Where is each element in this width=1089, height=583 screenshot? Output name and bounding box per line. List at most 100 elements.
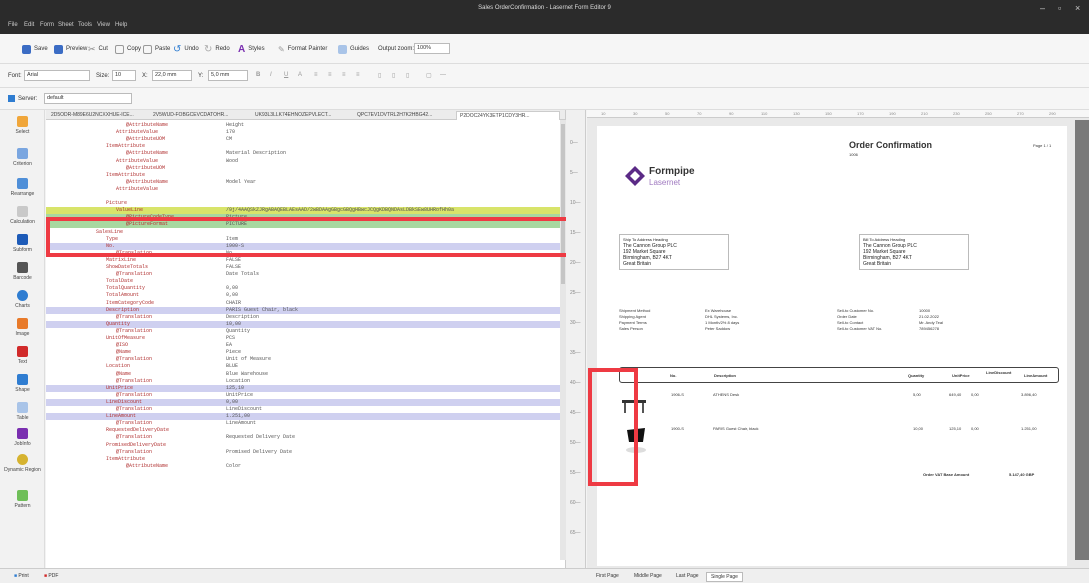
xml-node-row[interactable]: TotalDate <box>46 278 565 285</box>
xml-node-row[interactable]: @ISO EA <box>46 342 565 349</box>
bold-button[interactable]: B <box>256 69 260 81</box>
xml-node-row[interactable]: Picture <box>46 200 565 207</box>
xml-node-row[interactable]: LineDiscount 0,00 <box>46 398 565 406</box>
border-icon[interactable]: ▢ <box>426 69 432 81</box>
tool-pattern[interactable]: Pattern <box>0 490 45 509</box>
preview-button[interactable]: Preview <box>54 43 87 55</box>
xml-node-row[interactable]: ShowDateTotals FALSE <box>46 264 565 271</box>
valign-top-icon[interactable]: ▯ <box>378 69 381 81</box>
copy-button[interactable]: Copy <box>115 43 141 55</box>
redo-button[interactable]: ↻ Redo <box>204 43 230 55</box>
format-painter-button[interactable]: ✎ Format Painter <box>278 43 327 55</box>
xml-node-row[interactable]: TotalQuantity 0,00 <box>46 285 565 292</box>
xml-node-row[interactable]: AttributeValue Wood <box>46 158 565 165</box>
xml-node-row[interactable]: ValueLine/9j/4AAQSkZJRgABAQEBLAEsAAD/2wB… <box>46 207 565 215</box>
menu-edit[interactable]: Edit <box>24 22 34 28</box>
preview-scrollbar[interactable] <box>1075 120 1089 560</box>
minimize-icon[interactable]: – <box>1040 3 1045 13</box>
tab-document-5[interactable]: P2DOC24YK3ETP1CDY3HR... <box>456 111 560 120</box>
xml-node-row[interactable]: ItemAttribute <box>46 172 565 179</box>
server-select[interactable]: default <box>44 93 132 104</box>
tool-table[interactable]: Table <box>0 402 45 421</box>
save-button[interactable]: Save <box>22 43 48 55</box>
xml-node-row[interactable]: @Translation Date Totals <box>46 271 565 278</box>
tool-criterion[interactable]: Criterion <box>0 148 45 167</box>
menu-help[interactable]: Help <box>115 22 127 28</box>
xml-node-row[interactable]: @Translation Requested Delivery Date <box>46 434 565 441</box>
xml-node-row[interactable]: AttributeValue 170 <box>46 129 565 136</box>
tool-subform[interactable]: Subform <box>0 234 45 253</box>
tool-charts[interactable]: Charts <box>0 290 45 309</box>
xml-node-row[interactable]: @Translation Quantity <box>46 328 565 335</box>
xml-node-row[interactable]: @Translation LineDiscount <box>46 406 565 413</box>
font-color-button[interactable]: A <box>298 69 302 81</box>
paste-button[interactable]: Paste <box>143 43 170 55</box>
tool-barcode[interactable]: Barcode <box>0 262 45 281</box>
xml-node-row[interactable]: @Translation Unit of Measure <box>46 356 565 363</box>
menu-form[interactable]: Form <box>40 22 54 28</box>
xml-node-row[interactable]: PromisedDeliveryDate <box>46 442 565 449</box>
print-preview[interactable]: 10 30 50 70 90 110 130 150 170 190 210 230 250 270… <box>587 110 1089 568</box>
tab-document-3[interactable]: UK93L3LLK74EHNOZEPVLECT... <box>252 111 352 120</box>
xml-node-row[interactable]: @Translation LineAmount <box>46 420 565 427</box>
xml-node-row[interactable]: Description PARIS Guest Chair, black <box>46 306 565 314</box>
valign-middle-icon[interactable]: ▯ <box>392 69 395 81</box>
xml-node-row[interactable]: LineAmount 1.251,00 <box>46 413 565 421</box>
xml-node-row[interactable]: @AttributeName Height <box>46 122 565 129</box>
pdf-tab[interactable]: ■ PDF <box>40 572 62 580</box>
line-icon[interactable]: — <box>440 69 446 81</box>
maximize-icon[interactable]: ▫ <box>1058 3 1061 13</box>
tab-document-4[interactable]: QPC7EV1DVTRL2H7K2HBG42... <box>354 111 454 120</box>
align-right-icon[interactable]: ≡ <box>342 69 346 81</box>
page-tab-single[interactable]: Single Page <box>706 572 743 582</box>
xml-node-row[interactable]: @AttributeName Material Description <box>46 150 565 157</box>
italic-button[interactable]: I <box>270 69 272 81</box>
guides-button[interactable]: Guides <box>338 43 369 55</box>
tool-calculation[interactable]: Calculation <box>0 206 45 225</box>
xml-node-row[interactable]: @AttributeName Color <box>46 463 565 470</box>
tool-dynamic-region[interactable]: Dynamic Region <box>0 454 45 473</box>
xml-node-row[interactable]: UnitPrice 125,10 <box>46 384 565 392</box>
xml-node-row[interactable]: Quantity 10,00 <box>46 320 565 328</box>
output-zoom-select[interactable]: 100% <box>414 43 450 54</box>
menu-file[interactable]: File <box>8 22 18 28</box>
menu-sheet[interactable]: Sheet <box>58 22 74 28</box>
xml-node-row[interactable]: @Translation UnitPrice <box>46 392 565 399</box>
font-select[interactable]: Arial <box>24 70 90 81</box>
styles-button[interactable]: A Styles <box>238 43 265 55</box>
page-tab-middle[interactable]: Middle Page <box>630 572 666 580</box>
xml-node-row[interactable]: UnitOfMeasure PCS <box>46 335 565 342</box>
editor-scroll-thumb[interactable] <box>561 124 565 284</box>
undo-button[interactable]: ↺ Undo <box>173 43 199 55</box>
xml-node-row[interactable]: AttributeValue <box>46 186 565 193</box>
page-tab-first[interactable]: First Page <box>592 572 623 580</box>
xml-node-row[interactable]: @AttributeName Model Year <box>46 179 565 186</box>
page-tab-last[interactable]: Last Page <box>672 572 703 580</box>
xml-node-row[interactable]: @Name Blue Warehouse <box>46 371 565 378</box>
tool-text[interactable]: Text <box>0 346 45 365</box>
xml-node-row[interactable] <box>46 193 565 200</box>
tab-document-2[interactable]: 2V5WUD-FOBGCEVCDATOHR... <box>150 111 250 120</box>
tool-select[interactable]: Select <box>0 116 45 135</box>
align-center-icon[interactable]: ≡ <box>328 69 332 81</box>
xml-node-row[interactable]: @Translation Location <box>46 378 565 385</box>
tool-rearrange[interactable]: Rearrange <box>0 178 45 197</box>
menu-tools[interactable]: Tools <box>78 22 92 28</box>
xml-node-row[interactable]: RequestedDeliveryDate <box>46 427 565 434</box>
underline-button[interactable]: U <box>284 69 288 81</box>
xml-node-row[interactable]: ItemAttribute <box>46 143 565 150</box>
align-left-icon[interactable]: ≡ <box>314 69 318 81</box>
tool-image[interactable]: Image <box>0 318 45 337</box>
menu-view[interactable]: View <box>97 22 110 28</box>
xml-node-row[interactable]: TotalAmount 0,00 <box>46 292 565 299</box>
size-select[interactable]: 10 <box>112 70 136 81</box>
print-tab[interactable]: ■ Print <box>10 572 33 580</box>
valign-bottom-icon[interactable]: ▯ <box>406 69 409 81</box>
xml-node-row[interactable]: ItemCategoryCode CHAIR <box>46 300 565 307</box>
xml-node-row[interactable]: @AttributeUOM CM <box>46 136 565 143</box>
xml-node-row[interactable]: @Name Piece <box>46 349 565 356</box>
tool-jobinfo[interactable]: JobInfo <box>0 428 45 447</box>
tool-shape[interactable]: Shape <box>0 374 45 393</box>
xml-node-row[interactable]: @Translation Description <box>46 314 565 321</box>
xml-node-row[interactable]: Location BLUE <box>46 363 565 370</box>
